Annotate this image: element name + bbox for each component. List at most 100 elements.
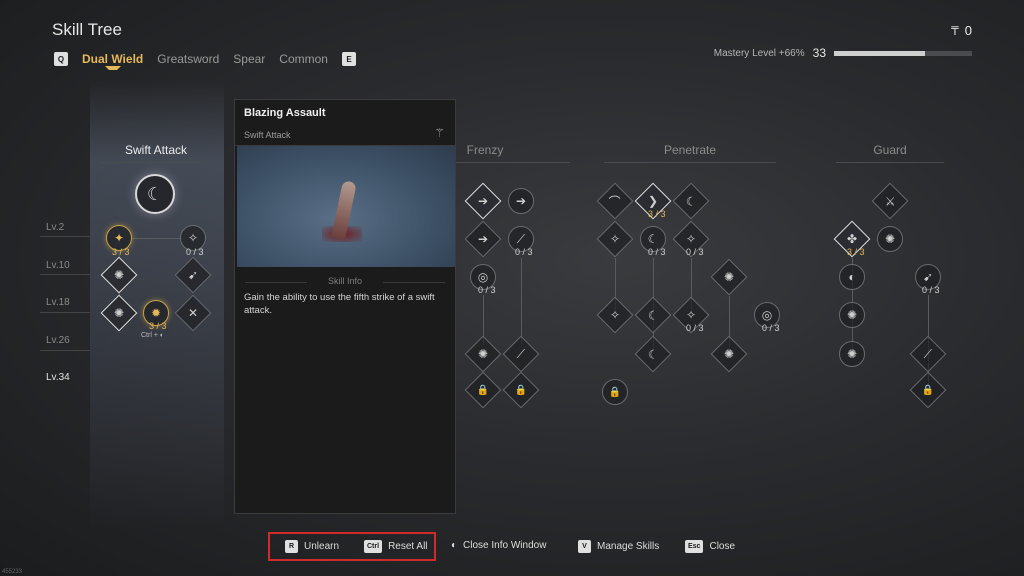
slash-icon: ⟋ — [516, 231, 526, 246]
dash-icon: ➹ — [187, 268, 199, 282]
whirl-icon: ✺ — [113, 306, 125, 320]
prev-tab-key[interactable]: Q — [54, 52, 68, 66]
skill-level-count: 0 / 3 — [186, 247, 204, 257]
skill-node-locked[interactable]: 🔒 — [602, 379, 628, 405]
lock-icon: 🔒 — [514, 384, 528, 396]
column-underline — [836, 162, 944, 163]
arrow-strike-icon: ➔ — [477, 194, 489, 208]
unlearn-key: R — [285, 540, 298, 553]
skill-node[interactable]: ✺ — [464, 335, 502, 373]
skill-node[interactable]: ➔ — [464, 182, 502, 220]
manage-key: V — [578, 540, 591, 553]
slash-icon: ⟋ — [516, 346, 526, 361]
skill-node[interactable]: ✺ — [839, 341, 865, 367]
skill-node[interactable]: ✧ — [596, 296, 634, 334]
level-divider — [40, 312, 90, 313]
close-info-window-button[interactable]: ◐ Close Info Window — [451, 540, 546, 551]
flame-strike-icon: ✦ — [113, 231, 125, 245]
tab-spear[interactable]: Spear — [233, 52, 265, 66]
cross-slash-icon: ✕ — [187, 306, 199, 320]
skill-node[interactable]: ◐ — [839, 264, 865, 290]
mouse-icon: ◐ — [451, 540, 458, 551]
crescent-icon: ☾ — [647, 232, 659, 246]
reset-all-label: Reset All — [388, 541, 428, 552]
build-id: 455233 — [2, 569, 23, 575]
skill-node[interactable]: ✧ — [596, 220, 634, 258]
skill-node[interactable]: ➔ — [508, 188, 534, 214]
skill-link — [521, 258, 522, 344]
manage-skills-button[interactable]: V Manage Skills — [578, 540, 659, 553]
level-divider — [40, 274, 90, 275]
reset-key: Ctrl — [364, 540, 383, 553]
skill-level-count: 0 / 3 — [686, 247, 704, 257]
skill-node[interactable]: ⌒ — [596, 182, 634, 220]
guard-stance-icon: ✤ — [846, 232, 858, 246]
unlearn-label: Unlearn — [304, 541, 340, 552]
blazing-assault-icon: ✹ — [150, 306, 162, 320]
level-divider — [40, 236, 90, 237]
skill-level-count: 3 / 3 — [847, 247, 865, 257]
skill-level-count: 0 / 3 — [648, 247, 666, 257]
mastery-label: Mastery Level +66% — [713, 47, 805, 59]
skill-node[interactable]: ✺ — [877, 226, 903, 252]
parry-icon: ◐ — [848, 270, 856, 284]
skill-description: Gain the ability to use the fifth strike… — [244, 292, 435, 316]
lock-icon: 🔒 — [476, 384, 490, 396]
tab-common[interactable]: Common — [279, 52, 328, 66]
weapon-tabs: Q Dual Wield Greatsword Spear Common E — [54, 52, 356, 66]
lock-icon: 🔒 — [921, 384, 935, 396]
burst-icon: ✺ — [723, 347, 735, 361]
burst-icon: ✺ — [723, 270, 735, 284]
skill-level-count: 3 / 3 — [112, 247, 130, 257]
page-title: Skill Tree — [52, 20, 122, 39]
close-button[interactable]: Esc Close — [685, 540, 735, 553]
close-label: Close — [709, 541, 736, 552]
reset-all-button[interactable]: Ctrl Reset All — [364, 540, 428, 553]
level-divider — [40, 350, 90, 351]
level-label-34: Lv.34 — [46, 372, 70, 383]
column-underline — [604, 162, 776, 163]
column-title-penetrate: Penetrate — [663, 143, 717, 157]
weapon-type-icon: ⚚ — [434, 126, 445, 140]
skill-node[interactable]: ✺ — [710, 258, 748, 296]
mastery-progress-fill — [834, 50, 926, 56]
skill-node[interactable]: ✺ — [710, 335, 748, 373]
counter-icon: ✺ — [884, 232, 896, 246]
slash-icon: ⟋ — [923, 346, 933, 361]
thrust-icon: ✧ — [609, 308, 621, 322]
skill-node-swift-attack-root[interactable]: ☾ — [135, 174, 175, 214]
skill-node[interactable]: ⟋ — [502, 335, 540, 373]
arrow-icon: ➔ — [515, 194, 527, 208]
skill-category: Swift Attack — [244, 130, 291, 140]
skill-node-locked[interactable]: 🔒 — [502, 371, 540, 409]
arrow-icon: ➔ — [477, 232, 489, 246]
tab-dual-wield[interactable]: Dual Wield — [82, 52, 143, 66]
skill-level-count: 3 / 3 — [648, 209, 666, 219]
column-title-guard: Guard — [873, 143, 907, 157]
skill-node[interactable]: ⚔ — [871, 182, 909, 220]
crescent-icon: ☾ — [685, 193, 697, 208]
ring-icon: ◎ — [761, 308, 773, 322]
skill-node-locked[interactable]: 🔒 — [909, 371, 947, 409]
level-label-2: Lv.2 — [46, 222, 65, 233]
next-tab-key[interactable]: E — [341, 52, 356, 66]
mastery-level-value: 33 — [812, 46, 826, 60]
skill-node[interactable]: ☾ — [672, 182, 710, 220]
lunge-icon: ✧ — [609, 232, 621, 246]
skill-node-locked[interactable]: 🔒 — [464, 371, 502, 409]
manage-skills-label: Manage Skills — [597, 541, 660, 552]
sweep-icon: ⌒ — [608, 194, 622, 209]
skill-point-icon: ₸ — [951, 23, 959, 38]
skill-node[interactable]: ☾ — [634, 335, 672, 373]
unlearn-button[interactable]: R Unlearn — [285, 540, 339, 553]
spin-slash-icon: ✺ — [113, 268, 125, 282]
combo-hint: Ctrl + ◐ — [141, 332, 165, 339]
crescent-icon: ☾ — [647, 346, 659, 361]
skill-node[interactable]: ➔ — [464, 220, 502, 258]
skill-info-panel: Blazing Assault Swift Attack ⚚ Skill Inf… — [234, 99, 456, 514]
column-title-swift-attack: Swift Attack — [124, 143, 188, 157]
tab-greatsword[interactable]: Greatsword — [157, 52, 219, 66]
skill-node[interactable]: ⟋ — [909, 335, 947, 373]
skill-node[interactable]: ✺ — [839, 302, 865, 328]
skill-node[interactable]: ☾ — [634, 296, 672, 334]
